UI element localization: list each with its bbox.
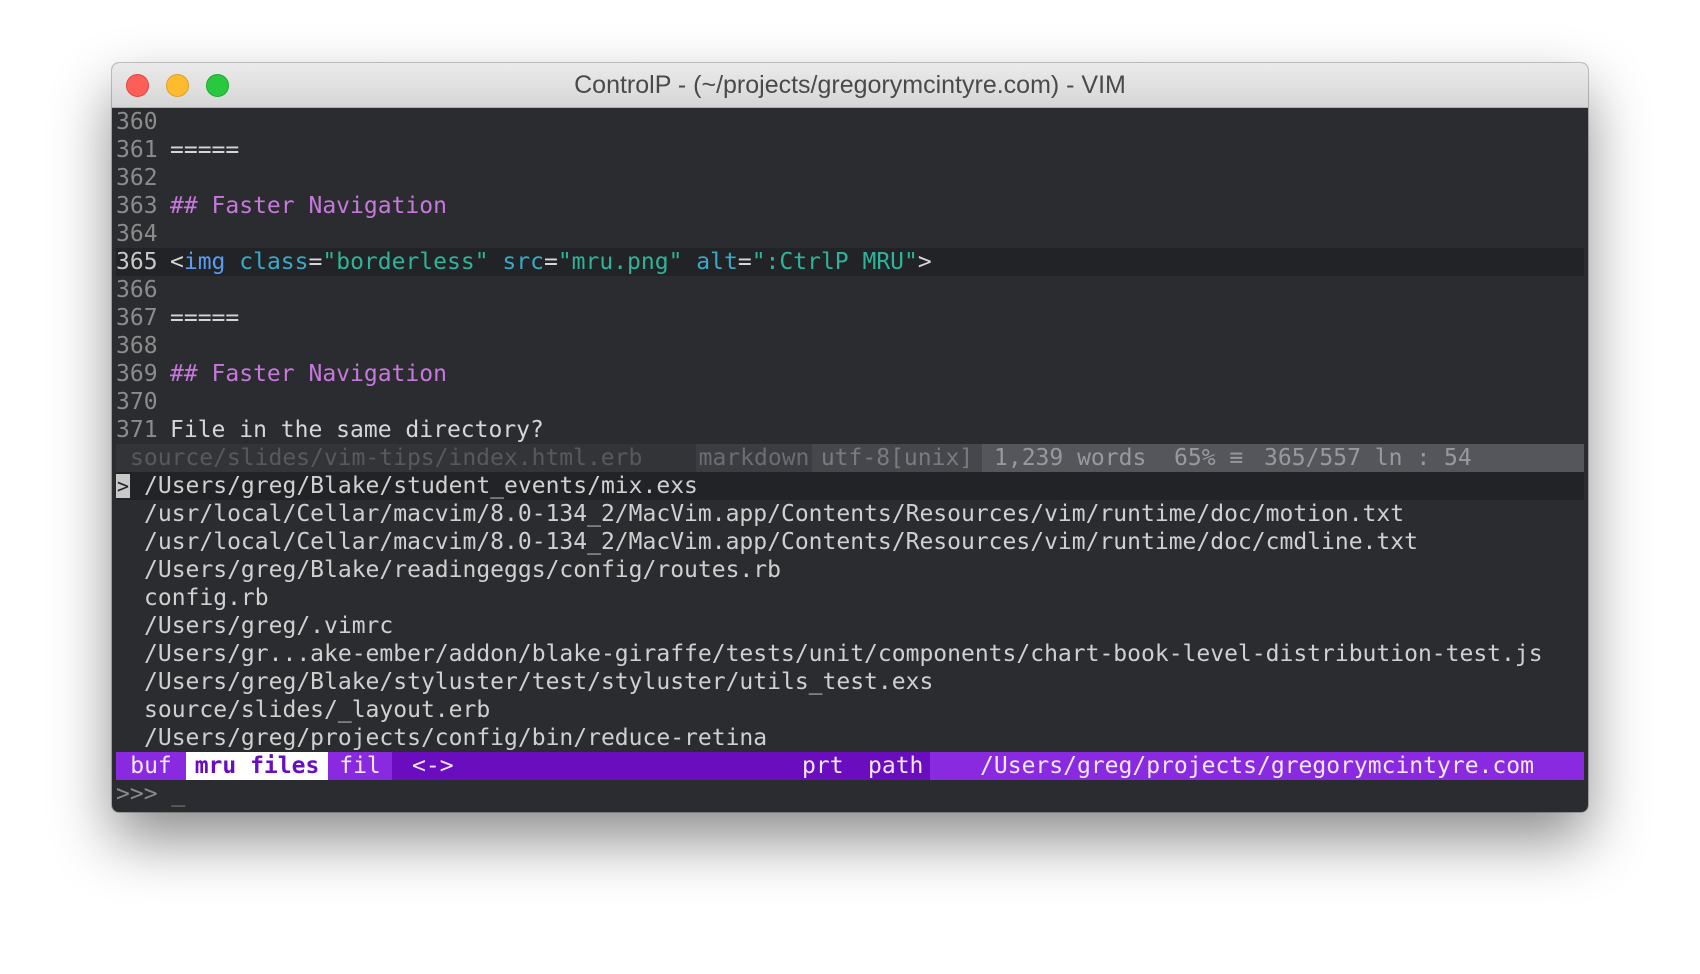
code-token: ===== — [170, 305, 240, 331]
editor-area[interactable]: 360 361 ===== 362 363 ## Faster Navigation 364… — [116, 108, 1584, 808]
code-token: ## Faster Navigation — [170, 193, 447, 219]
status-word-count: 1,239 words — [994, 445, 1147, 471]
code-token: src — [502, 249, 544, 275]
line-number: 368 — [116, 333, 158, 359]
status-encoding: utf-8[unix] — [812, 444, 982, 472]
buffer-lines[interactable]: 360 361 ===== 362 363 ## Faster Navigation 364… — [116, 108, 1584, 444]
buffer-line[interactable]: 363 ## Faster Navigation — [116, 192, 1584, 220]
path-label: path — [868, 753, 924, 779]
line-number: 365 — [116, 249, 158, 275]
match-item[interactable]: /Users/greg/projects/config/bin/reduce-r… — [116, 724, 1584, 752]
line-number: 370 — [116, 389, 158, 415]
code-token: "mru.png" — [557, 249, 683, 275]
line-number: 361 — [116, 137, 158, 163]
line-content: ## Faster Navigation — [164, 192, 447, 220]
ctrlp-status-bar: buf mru files fil <-> prt path /Users/gr… — [116, 752, 1584, 780]
match-path: /Users/greg/.vimrc — [144, 613, 394, 639]
line-number: 363 — [116, 193, 158, 219]
match-path: /usr/local/Cellar/macvim/8.0-134_2/MacVi… — [144, 501, 1405, 527]
buffer-line[interactable]: 366 — [116, 276, 1584, 304]
match-item[interactable]: source/slides/_layout.erb — [116, 696, 1584, 724]
line-number: 369 — [116, 361, 158, 387]
title-bar: ControlP - (~/projects/gregorymcintyre.c… — [112, 63, 1588, 108]
mode-buf-tab[interactable]: buf — [116, 752, 186, 780]
line-content: <img class="borderless" src="mru.png" al… — [164, 248, 932, 276]
match-path: config.rb — [144, 585, 269, 611]
line-content: ===== — [164, 136, 239, 164]
line-content: File in the same directory? — [164, 416, 544, 444]
status-cursor-position: 365/557 ln : 54 — [1264, 445, 1472, 471]
buffer-line[interactable]: 369 ## Faster Navigation — [116, 360, 1584, 388]
status-position-block: 1,239 words 65% ≡ 365/557 ln : 54 — [982, 444, 1584, 472]
buffer-line[interactable]: 368 — [116, 332, 1584, 360]
code-token: = — [308, 249, 323, 275]
match-item[interactable]: /usr/local/Cellar/macvim/8.0-134_2/MacVi… — [116, 528, 1584, 556]
match-path: source/slides/_layout.erb — [144, 697, 491, 723]
code-token: ===== — [170, 137, 240, 163]
status-line: source/slides/vim-tips/index.html.erb ma… — [116, 444, 1584, 472]
buffer-line[interactable]: 364 — [116, 220, 1584, 248]
match-path: /Users/greg/Blake/readingeggs/config/rou… — [144, 557, 781, 583]
selection-marker-icon: > — [116, 474, 130, 498]
code-token: < — [170, 249, 184, 275]
buffer-line[interactable]: 360 — [116, 108, 1584, 136]
buffer-line[interactable]: 371 File in the same directory? — [116, 416, 1584, 444]
match-item[interactable]: /usr/local/Cellar/macvim/8.0-134_2/MacVi… — [116, 500, 1584, 528]
status-percent: 65% ≡ — [1174, 445, 1244, 471]
match-item[interactable]: /Users/gr...ake-ember/addon/blake-giraff… — [116, 640, 1584, 668]
vim-window: ControlP - (~/projects/gregorymcintyre.c… — [112, 63, 1588, 812]
code-token: alt — [696, 249, 738, 275]
status-filetype: markdown — [696, 444, 812, 472]
line-content: ===== — [164, 304, 239, 332]
line-number: 367 — [116, 305, 158, 331]
ctrlp-match-list[interactable]: > /Users/greg/Blake/student_events/mix.ex… — [116, 472, 1584, 752]
code-token: img — [183, 249, 226, 275]
window-title: ControlP - (~/projects/gregorymcintyre.c… — [574, 71, 1126, 99]
buffer-line[interactable]: 370 — [116, 388, 1584, 416]
match-path: /Users/gr...ake-ember/addon/blake-giraff… — [144, 641, 1543, 667]
mode-fil-tab[interactable]: fil — [328, 752, 392, 780]
buffer-line[interactable]: 367 ===== — [116, 304, 1584, 332]
line-number: 364 — [116, 221, 158, 247]
mode-mru-files-tab[interactable]: mru files — [186, 752, 328, 780]
match-item[interactable]: /Users/greg/.vimrc — [116, 612, 1584, 640]
code-token: "borderless" — [322, 249, 489, 275]
code-token: File in the same directory? — [170, 417, 544, 443]
code-token: > — [917, 249, 932, 275]
working-directory: /Users/greg/projects/gregorymcintyre.com — [930, 752, 1584, 780]
match-path: /usr/local/Cellar/macvim/8.0-134_2/MacVi… — [144, 529, 1418, 555]
match-item[interactable]: /Users/greg/Blake/styluster/test/stylust… — [116, 668, 1584, 696]
code-token: = — [737, 249, 752, 275]
match-path: /Users/greg/Blake/styluster/test/stylust… — [144, 669, 934, 695]
buffer-line[interactable]: 362 — [116, 164, 1584, 192]
line-number: 371 — [116, 417, 158, 443]
code-token: ## Faster Navigation — [170, 361, 447, 387]
line-number: 360 — [116, 109, 158, 135]
line-number: 366 — [116, 277, 158, 303]
mode-switch-indicator: <-> — [412, 753, 454, 779]
match-item[interactable]: config.rb — [116, 584, 1584, 612]
line-content: ## Faster Navigation — [164, 360, 447, 388]
code-token: ":CtrlP MRU" — [751, 249, 918, 275]
line-number: 362 — [116, 165, 158, 191]
code-token: = — [543, 249, 558, 275]
selected-match-item[interactable]: > /Users/greg/Blake/student_events/mix.ex… — [116, 472, 1584, 500]
prt-label: prt — [802, 753, 844, 779]
ctrlp-prompt-input[interactable]: >>> _ — [116, 780, 1584, 808]
match-path: /Users/greg/projects/config/bin/reduce-r… — [144, 725, 768, 751]
buffer-line[interactable]: 361 ===== — [116, 136, 1584, 164]
match-item[interactable]: /Users/greg/Blake/readingeggs/config/rou… — [116, 556, 1584, 584]
code-token: class — [239, 249, 309, 275]
status-file-name: source/slides/vim-tips/index.html.erb — [130, 445, 643, 471]
buffer-line[interactable]: 365 <img class="borderless" src="mru.png"… — [116, 248, 1584, 276]
match-path: /Users/greg/Blake/student_events/mix.exs — [144, 473, 698, 499]
